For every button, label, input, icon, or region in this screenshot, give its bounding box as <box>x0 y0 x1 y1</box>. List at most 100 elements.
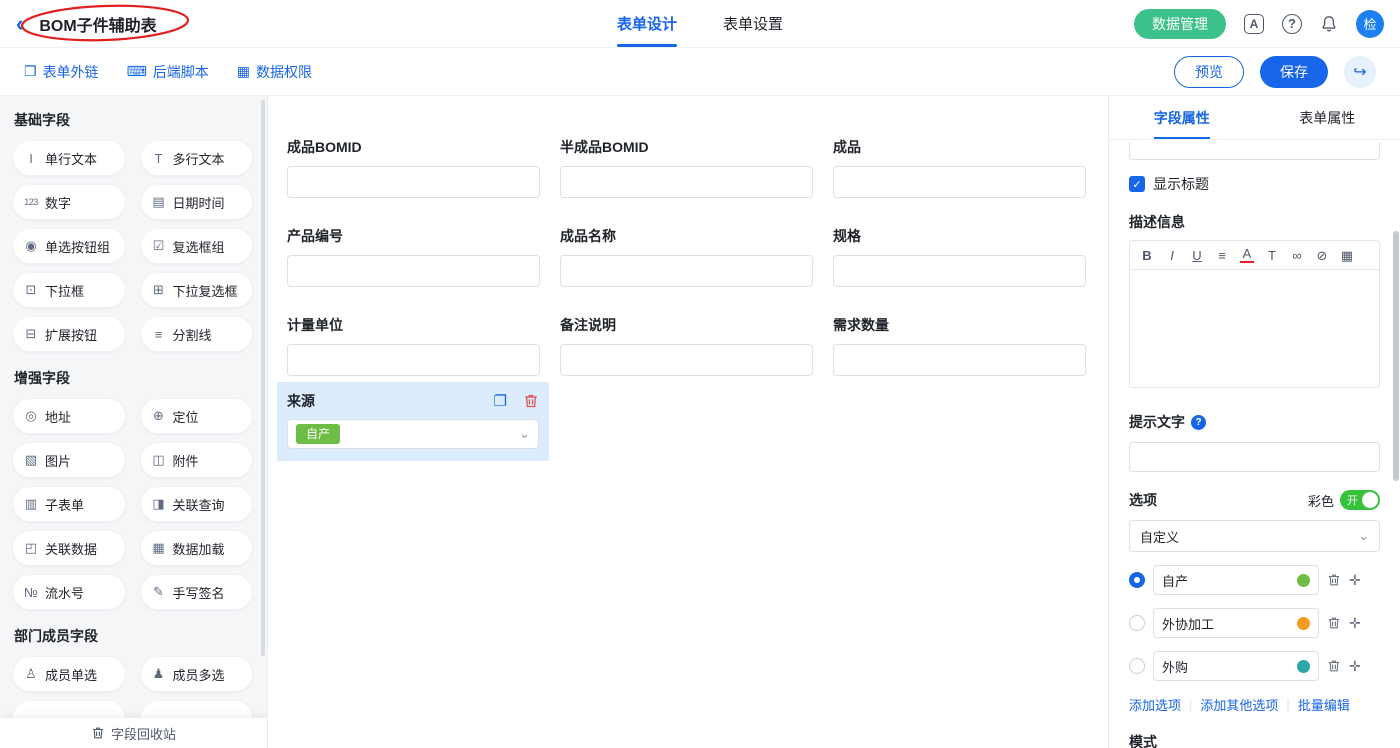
tab-form-properties[interactable]: 表单属性 <box>1255 96 1400 139</box>
form-external-link[interactable]: ❐ 表单外链 <box>24 62 99 82</box>
field-type-dropdown[interactable]: ⊡下拉框 <box>12 272 126 308</box>
selected-option-tag: 自产 <box>296 424 340 444</box>
avatar[interactable]: 检 <box>1356 10 1384 38</box>
back-button[interactable]: ‹ <box>16 13 23 35</box>
form-field[interactable]: 成品 <box>833 137 1086 198</box>
form-field[interactable]: 需求数量 <box>833 315 1086 376</box>
link-icon[interactable]: ∞ <box>1290 249 1304 262</box>
drag-option-icon[interactable]: ✛ <box>1349 572 1361 589</box>
tab-form-design[interactable]: 表单设计 <box>617 0 677 47</box>
hint-text-input[interactable] <box>1129 442 1380 472</box>
form-field[interactable]: 成品BOMID <box>287 137 540 198</box>
field-type-data-load[interactable]: ▦数据加载 <box>140 530 254 566</box>
option-name-input[interactable]: 自产 <box>1153 565 1319 595</box>
notification-bell-icon[interactable] <box>1320 15 1338 33</box>
form-field[interactable]: 计量单位 <box>287 315 540 376</box>
field-type-multi-line-text[interactable]: T多行文本 <box>140 140 254 176</box>
show-title-checkbox[interactable]: ✓ <box>1129 176 1145 192</box>
field-type-signature[interactable]: ✎手写签名 <box>140 574 254 610</box>
option-color-dot[interactable] <box>1297 574 1310 587</box>
field-type-lookup-query[interactable]: ◨关联查询 <box>140 486 254 522</box>
field-title-input-clipped[interactable] <box>1129 142 1380 160</box>
panel-scrollbar[interactable] <box>1393 231 1399 481</box>
field-input[interactable] <box>833 255 1086 287</box>
tab-form-settings-label: 表单设置 <box>723 13 783 34</box>
field-type-checkbox-group[interactable]: ☑复选框组 <box>140 228 254 264</box>
save-button[interactable]: 保存 <box>1260 56 1328 88</box>
form-field[interactable]: 备注说明 <box>560 315 813 376</box>
italic-icon[interactable]: I <box>1165 249 1179 262</box>
form-canvas[interactable]: 成品BOMID 半成品BOMID 成品 产品编号 成品名称 规格 计量单位 备注… <box>268 96 1108 748</box>
option-name-input[interactable]: 外购 <box>1153 651 1319 681</box>
form-field[interactable]: 规格 <box>833 226 1086 287</box>
field-input[interactable] <box>560 255 813 287</box>
delete-field-icon[interactable] <box>523 393 539 409</box>
option-type-select[interactable]: 自定义 ⌄ <box>1129 520 1380 552</box>
option-default-radio[interactable] <box>1129 658 1145 674</box>
drag-option-icon[interactable]: ✛ <box>1349 615 1361 632</box>
field-type-datetime[interactable]: ▤日期时间 <box>140 184 254 220</box>
font-color-icon[interactable]: A <box>1240 247 1254 263</box>
option-default-radio[interactable] <box>1129 615 1145 631</box>
option-default-radio[interactable] <box>1129 572 1145 588</box>
field-type-divider[interactable]: ≡分割线 <box>140 316 254 352</box>
field-type-number[interactable]: 123数字 <box>12 184 126 220</box>
selected-field-source[interactable]: 来源 ❐ 自产 ⌄ <box>277 382 549 461</box>
share-button[interactable]: ↪ <box>1344 56 1376 88</box>
preview-button[interactable]: 预览 <box>1174 56 1244 88</box>
add-other-option-link[interactable]: 添加其他选项 <box>1200 695 1278 714</box>
field-type-linked-data[interactable]: ◰关联数据 <box>12 530 126 566</box>
backend-script-link[interactable]: ⌨ 后端脚本 <box>127 62 209 82</box>
field-type-single-line-text[interactable]: I单行文本 <box>12 140 126 176</box>
sidebar-scrollbar[interactable] <box>261 100 265 656</box>
field-input[interactable] <box>560 166 813 198</box>
data-manage-button[interactable]: 数据管理 <box>1134 9 1226 39</box>
insert-image-icon[interactable]: ▦ <box>1340 249 1354 262</box>
field-input[interactable] <box>833 344 1086 376</box>
option-name-input[interactable]: 外协加工 <box>1153 608 1319 638</box>
field-type-dropdown-multi[interactable]: ⊞下拉复选框 <box>140 272 254 308</box>
tab-form-settings[interactable]: 表单设置 <box>723 0 783 47</box>
field-type-extend-button[interactable]: ⊟扩展按钮 <box>12 316 126 352</box>
description-textarea[interactable] <box>1129 270 1380 388</box>
field-type-subform[interactable]: ▥子表单 <box>12 486 126 522</box>
hint-help-icon[interactable]: ? <box>1191 415 1206 430</box>
field-type-address[interactable]: ◎地址 <box>12 398 126 434</box>
copy-field-icon[interactable]: ❐ <box>494 392 507 410</box>
add-option-link[interactable]: 添加选项 <box>1129 695 1181 714</box>
delete-option-icon[interactable] <box>1327 616 1341 630</box>
delete-option-icon[interactable] <box>1327 573 1341 587</box>
underline-icon[interactable]: U <box>1190 249 1204 262</box>
field-input[interactable] <box>560 344 813 376</box>
field-type-radio-group[interactable]: ◉单选按钮组 <box>12 228 126 264</box>
batch-edit-link[interactable]: 批量编辑 <box>1298 695 1350 714</box>
form-field[interactable]: 成品名称 <box>560 226 813 287</box>
drag-option-icon[interactable]: ✛ <box>1349 658 1361 675</box>
field-type-member-multi[interactable]: ♟成员多选 <box>140 656 254 692</box>
translate-icon[interactable]: A <box>1244 14 1264 34</box>
field-input[interactable] <box>833 166 1086 198</box>
form-field[interactable]: 产品编号 <box>287 226 540 287</box>
source-select[interactable]: 自产 ⌄ <box>287 419 539 449</box>
field-type-image[interactable]: ▧图片 <box>12 442 126 478</box>
option-color-dot[interactable] <box>1297 617 1310 630</box>
field-type-member-single[interactable]: ♙成员单选 <box>12 656 126 692</box>
bold-icon[interactable]: B <box>1140 249 1154 262</box>
field-type-attachment[interactable]: ◫附件 <box>140 442 254 478</box>
unlink-icon[interactable]: ⊘ <box>1315 249 1329 262</box>
field-recycle-bin[interactable]: 字段回收站 <box>0 718 267 748</box>
tab-field-properties[interactable]: 字段属性 <box>1109 96 1255 139</box>
form-field[interactable]: 半成品BOMID <box>560 137 813 198</box>
help-icon[interactable]: ? <box>1282 14 1302 34</box>
font-size-icon[interactable]: T <box>1265 249 1279 262</box>
field-type-serial-number[interactable]: №流水号 <box>12 574 126 610</box>
field-input[interactable] <box>287 344 540 376</box>
delete-option-icon[interactable] <box>1327 659 1341 673</box>
field-type-location[interactable]: ⊕定位 <box>140 398 254 434</box>
data-permission-link[interactable]: ▦ 数据权限 <box>237 62 312 82</box>
option-color-dot[interactable] <box>1297 660 1310 673</box>
field-input[interactable] <box>287 255 540 287</box>
color-toggle[interactable]: 开 <box>1340 490 1380 510</box>
align-icon[interactable]: ≡ <box>1215 249 1229 262</box>
field-input[interactable] <box>287 166 540 198</box>
